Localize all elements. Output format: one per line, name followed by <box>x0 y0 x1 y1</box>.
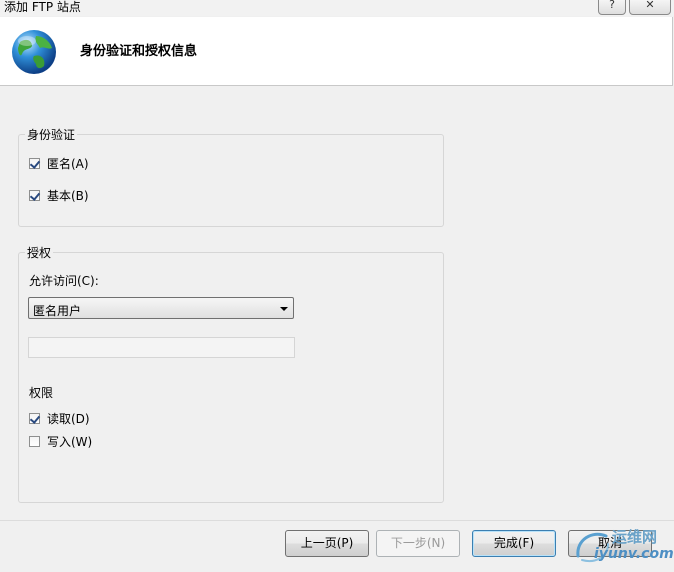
footer-divider <box>0 520 674 521</box>
watermark-en-text: iyunv.com <box>594 546 674 562</box>
next-button[interactable]: 下一步(N) <box>376 530 460 557</box>
basic-checkbox[interactable] <box>29 190 40 201</box>
authorization-legend: 授权 <box>25 244 54 261</box>
anonymous-checkbox-row[interactable]: 匿名(A) <box>29 155 89 172</box>
allow-access-value: 匿名用户 <box>33 304 82 318</box>
help-button[interactable]: ? <box>598 0 626 15</box>
title-bar: 添加 FTP 站点 ? ✕ <box>0 0 674 16</box>
permissions-label: 权限 <box>29 386 54 400</box>
wizard-header: 身份验证和授权信息 <box>0 17 673 86</box>
anonymous-checkbox[interactable] <box>29 158 40 169</box>
authorization-group <box>18 252 444 503</box>
window-title: 添加 FTP 站点 <box>4 0 81 14</box>
chevron-down-icon <box>280 307 288 311</box>
read-label: 读取(D) <box>47 412 90 426</box>
basic-checkbox-row[interactable]: 基本(B) <box>29 187 89 204</box>
prev-button[interactable]: 上一页(P) <box>285 530 369 557</box>
globe-icon <box>12 30 56 74</box>
allow-access-label: 允许访问(C): <box>29 274 99 288</box>
anonymous-label: 匿名(A) <box>47 157 89 171</box>
user-role-input[interactable] <box>28 337 295 358</box>
write-checkbox-row[interactable]: 写入(W) <box>29 433 92 450</box>
watermark-cn-text: 运维网 <box>612 528 658 546</box>
close-button[interactable]: ✕ <box>629 0 671 15</box>
authentication-group <box>18 134 444 227</box>
write-checkbox[interactable] <box>29 436 40 447</box>
read-checkbox[interactable] <box>29 413 40 424</box>
read-checkbox-row[interactable]: 读取(D) <box>29 410 90 427</box>
allow-access-dropdown[interactable]: 匿名用户 <box>28 297 294 319</box>
page-title: 身份验证和授权信息 <box>80 44 198 59</box>
finish-button[interactable]: 完成(F) <box>472 530 556 557</box>
basic-label: 基本(B) <box>47 189 89 203</box>
write-label: 写入(W) <box>47 435 93 449</box>
watermark: 运维网 iyunv.com <box>572 526 674 570</box>
authentication-legend: 身份验证 <box>25 126 78 143</box>
